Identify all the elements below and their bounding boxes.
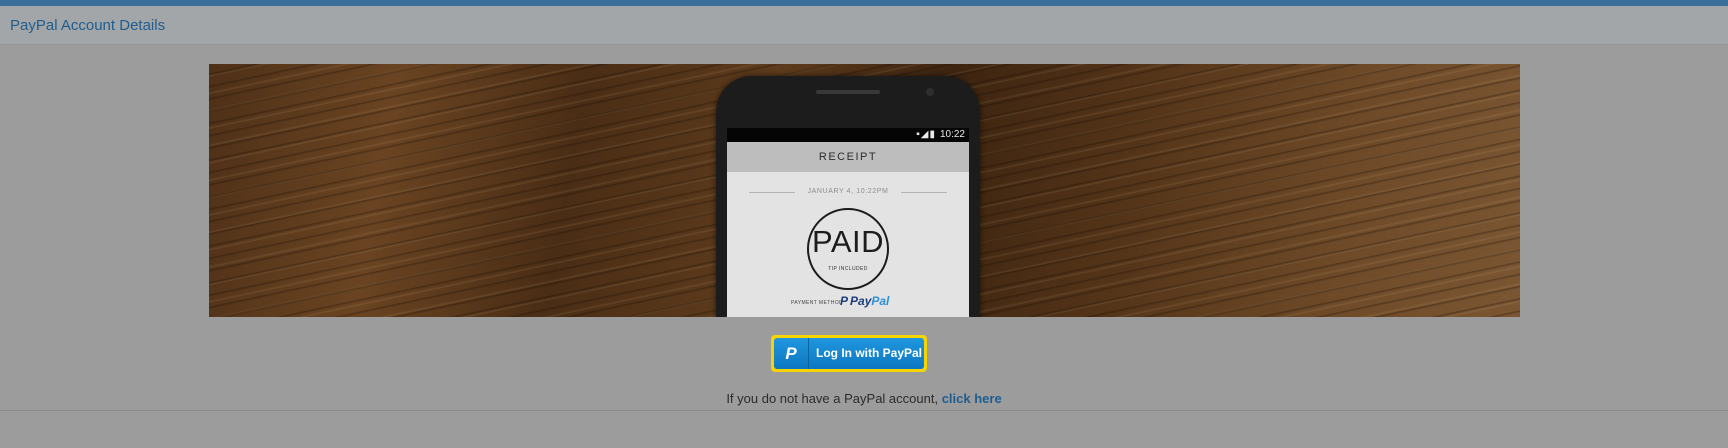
paid-stamp: PAID TIP INCLUDED — [807, 208, 889, 290]
signal-battery-icon: ▪◢▮ — [916, 129, 936, 140]
page-header: PayPal Account Details — [0, 6, 1728, 45]
phone-illustration: ▪◢▮ 10:22 RECEIPT JANUARY 4, 10:22PM PAID… — [716, 76, 980, 317]
date-rule-right — [901, 192, 947, 193]
receipt-title: RECEIPT — [727, 142, 969, 172]
paypal-logo-pay: Pay — [850, 294, 872, 308]
paid-label: PAID — [811, 224, 885, 259]
phone-time: 10:22 — [939, 129, 965, 140]
paypal-logo-pal: Pal — [871, 294, 890, 308]
signup-prompt-text: If you do not have a PayPal account, — [726, 391, 942, 406]
signup-prompt: If you do not have a PayPal account, cli… — [0, 391, 1728, 406]
login-button-focus-ring: P Log In with PayPal — [771, 335, 927, 372]
receipt-date-row: JANUARY 4, 10:22PM — [727, 188, 969, 195]
phone-screen: ▪◢▮ 10:22 RECEIPT JANUARY 4, 10:22PM PAID… — [727, 128, 969, 317]
paypal-logo: P PayPal — [840, 294, 889, 308]
click-here-link[interactable]: click here — [942, 391, 1002, 406]
payment-method-label: PAYMENT METHOD — [791, 300, 843, 306]
banner-image: ▪◢▮ 10:22 RECEIPT JANUARY 4, 10:22PM PAID… — [209, 64, 1520, 317]
page-title: PayPal Account Details — [10, 17, 166, 34]
receipt-date: JANUARY 4, 10:22PM — [807, 188, 889, 195]
tip-label: TIP INCLUDED — [828, 266, 868, 272]
phone-camera — [926, 88, 934, 96]
paypal-p-icon: P — [840, 294, 849, 308]
phone-speaker — [816, 90, 880, 94]
divider — [0, 410, 1728, 411]
date-rule-left — [749, 192, 795, 193]
paypal-p-icon: P — [774, 338, 809, 369]
phone-status-bar: ▪◢▮ 10:22 — [727, 128, 969, 142]
login-button-label: Log In with PayPal — [816, 346, 923, 360]
login-with-paypal-button[interactable]: P Log In with PayPal — [774, 338, 924, 369]
